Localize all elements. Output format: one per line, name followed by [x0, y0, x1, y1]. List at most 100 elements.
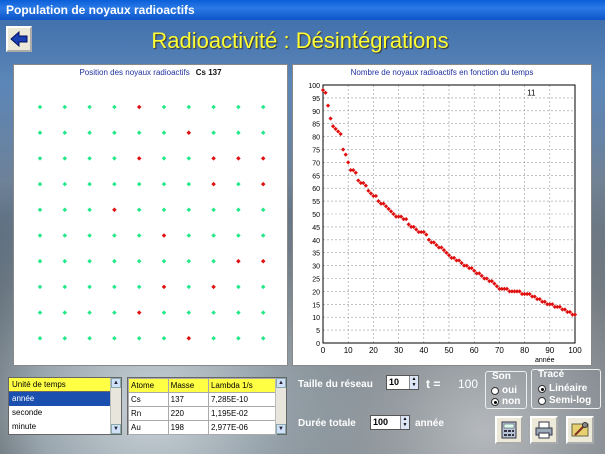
data-point	[328, 116, 333, 121]
data-point	[492, 281, 497, 286]
data-point	[346, 160, 351, 165]
table-row[interactable]: Cs 137 7,285E-10	[128, 392, 278, 407]
active-nucleus	[37, 104, 43, 110]
data-point	[550, 302, 555, 307]
active-nucleus	[112, 258, 117, 264]
table-cell: 2,977E-06	[207, 420, 278, 435]
back-button[interactable]	[6, 26, 32, 52]
active-nucleus	[112, 130, 117, 135]
active-nucleus	[62, 181, 68, 187]
calculator-button[interactable]	[495, 416, 523, 444]
y-tick-label: 40	[312, 238, 320, 245]
active-nucleus	[87, 284, 92, 290]
active-nucleus	[136, 181, 142, 187]
data-point	[341, 147, 346, 152]
radio-selected-icon	[538, 384, 546, 393]
table-row[interactable]: Au 198 2,977E-06	[128, 420, 278, 435]
atom-table-header[interactable]: Lambda 1/s	[207, 378, 278, 393]
trace-option-semilog[interactable]: Semi-log	[538, 395, 591, 406]
active-nucleus	[37, 233, 43, 238]
page-title: Radioactivité : Désintégrations	[151, 28, 449, 53]
decayed-nucleus	[260, 181, 266, 187]
sound-option-non[interactable]: non	[491, 396, 520, 407]
active-nucleus	[62, 207, 68, 213]
active-nucleus	[62, 233, 68, 238]
active-nucleus	[186, 233, 192, 238]
active-nucleus	[87, 336, 92, 341]
data-point	[376, 198, 381, 204]
y-tick-label: 50	[312, 212, 320, 219]
active-nucleus	[37, 156, 43, 161]
active-nucleus	[87, 130, 92, 135]
grid-size-stepper[interactable]: 10 ▲ ▼	[386, 375, 419, 390]
stepper-arrows-icon[interactable]: ▲ ▼	[400, 416, 409, 429]
data-point	[383, 204, 389, 209]
decayed-nucleus	[186, 336, 192, 341]
active-nucleus	[37, 258, 43, 264]
radio-selected-icon	[491, 397, 499, 406]
sound-option-oui[interactable]: oui	[491, 385, 517, 396]
scroll-down-icon[interactable]: ▼	[111, 424, 121, 434]
chart-title: Nombre de noyaux radioactifs en fonction…	[350, 68, 534, 77]
trace-option-linear[interactable]: Linéaire	[538, 383, 587, 394]
table-cell: 137	[167, 392, 209, 407]
active-nucleus	[161, 130, 167, 135]
active-nucleus	[260, 130, 266, 135]
calculator-icon	[501, 421, 517, 439]
atom-table-header[interactable]: Masse	[167, 378, 209, 393]
active-nucleus	[260, 233, 266, 238]
duration-stepper[interactable]: 100 ▲ ▼	[370, 415, 410, 430]
scroll-up-icon[interactable]: ▲	[111, 378, 121, 388]
data-point	[484, 276, 489, 281]
active-nucleus	[136, 130, 142, 135]
tools-button[interactable]	[566, 416, 594, 444]
data-point	[386, 206, 391, 211]
time-unit-item[interactable]: seconde	[9, 406, 110, 420]
time-unit-item[interactable]: année	[9, 392, 110, 406]
t-label: t =	[426, 377, 441, 391]
data-point	[320, 88, 326, 93]
active-nucleus	[211, 258, 216, 264]
data-point	[446, 253, 452, 258]
x-tick-label: 90	[545, 346, 554, 355]
x-tick-label: 80	[520, 346, 529, 355]
data-point	[434, 242, 439, 248]
atom-table[interactable]: Atome Masse Lambda 1/s Cs 137 7,285E-10 Rn 220…	[127, 377, 287, 435]
y-tick-label: 80	[312, 135, 320, 142]
data-point	[368, 191, 374, 196]
atom-table-header[interactable]: Atome	[128, 378, 169, 393]
time-unit-scrollbar[interactable]: ▲ ▼	[110, 378, 121, 434]
x-tick-label: 20	[369, 346, 378, 355]
active-nucleus	[37, 207, 43, 213]
data-point	[343, 152, 348, 157]
active-nucleus	[211, 207, 216, 213]
data-point	[489, 278, 494, 284]
x-tick-label: 30	[394, 346, 403, 355]
table-row[interactable]: Rn 220 1,195E-02	[128, 406, 278, 421]
data-point	[323, 90, 328, 95]
x-tick-label: 0	[321, 346, 326, 355]
t-value: 100	[458, 377, 479, 391]
active-nucleus	[62, 310, 68, 315]
decayed-nucleus	[211, 156, 216, 161]
scroll-down-icon[interactable]: ▼	[276, 424, 286, 434]
y-tick-label: 25	[312, 277, 320, 284]
trace-group: Tracé Linéaire Semi-log	[531, 369, 601, 409]
grid-panel-title: Position des noyaux radioactifs	[79, 68, 190, 77]
atom-table-scrollbar[interactable]: ▲ ▼	[275, 378, 286, 434]
app-window: Population de noyaux radioactifs Radioac…	[0, 0, 605, 454]
decay-chart: 0 10 20 30 40 50 60 70 80 90 100 0 5 10 15 20 25 30 35 40 45…	[308, 83, 582, 364]
scroll-up-icon[interactable]: ▲	[276, 378, 286, 388]
print-button[interactable]	[530, 416, 558, 444]
active-nucleus	[87, 207, 92, 213]
decayed-nucleus	[236, 258, 241, 264]
y-tick-label: 55	[312, 199, 320, 206]
data-point	[381, 201, 386, 206]
stepper-arrows-icon[interactable]: ▲ ▼	[409, 376, 418, 389]
active-nucleus	[236, 207, 241, 213]
time-unit-list[interactable]: Unité de temps année seconde minute ▲ ▼	[8, 377, 122, 435]
x-tick-label: 60	[470, 346, 479, 355]
time-unit-item[interactable]: minute	[9, 420, 110, 434]
data-point	[398, 214, 404, 219]
decayed-nucleus	[186, 130, 192, 135]
